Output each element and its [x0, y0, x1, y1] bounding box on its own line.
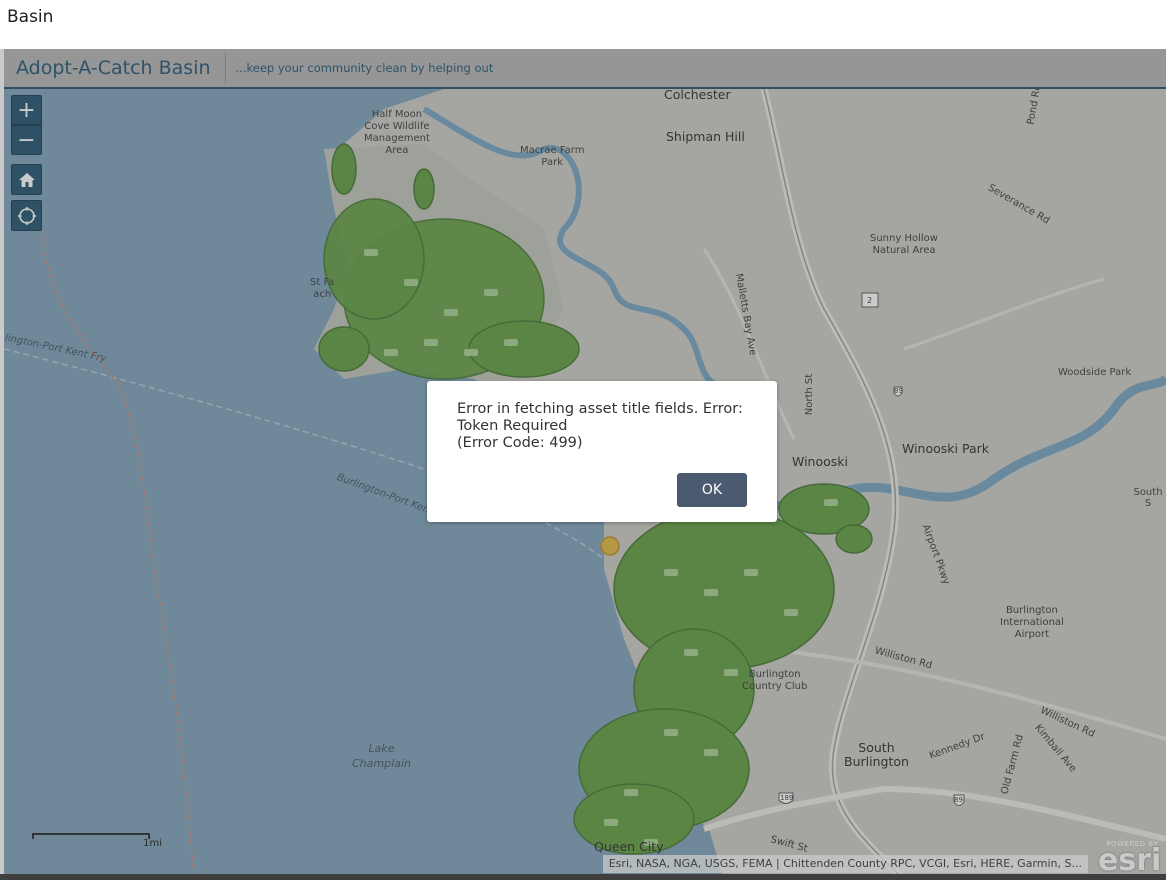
- map-app: Colchester Shipman Hill Half Moon Cove W…: [0, 49, 1166, 880]
- error-dialog: Error in fetching asset title fields. Er…: [427, 381, 777, 522]
- ok-button[interactable]: OK: [677, 473, 747, 507]
- page-title: Basin: [7, 7, 54, 27]
- error-message: Error in fetching asset title fields. Er…: [457, 401, 743, 451]
